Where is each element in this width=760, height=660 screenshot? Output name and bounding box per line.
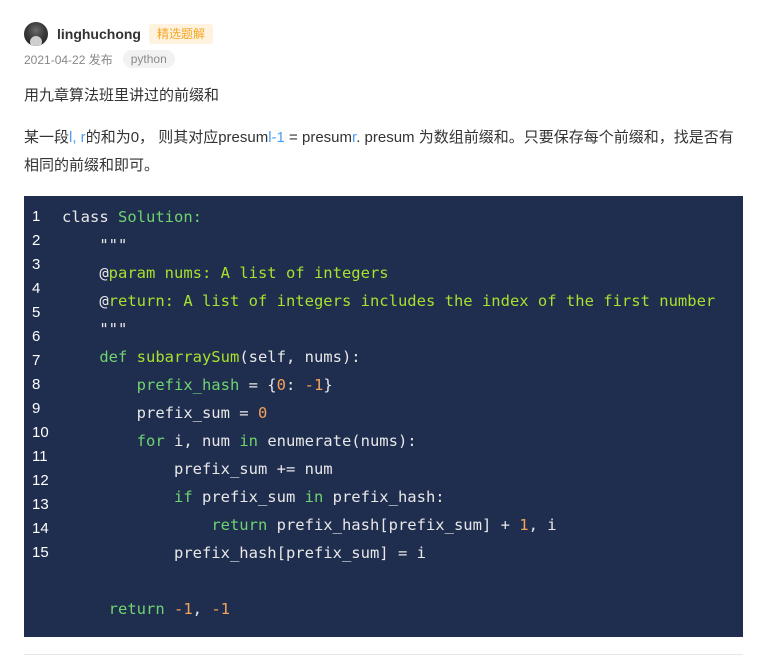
code-line: """	[62, 231, 715, 259]
code-line: class Solution:	[62, 203, 715, 231]
code-token: prefix_sum =	[136, 404, 258, 422]
code-token: , i	[528, 516, 557, 534]
code-token: = {	[239, 376, 277, 394]
code-token: @	[99, 292, 109, 310]
post-description: 某一段l, r的和为0， 则其对应presuml-1 = presumr. pr…	[24, 124, 740, 180]
code-token: if	[173, 488, 202, 506]
code-token: prefix_sum	[201, 488, 305, 506]
code-line: prefix_sum += num	[62, 455, 715, 483]
code-token: @	[99, 264, 109, 282]
line-number: 5	[32, 304, 41, 321]
code-line: """	[62, 315, 715, 343]
code-token: prefix_sum += num	[173, 460, 333, 478]
code-token: param nums: A list of integers	[108, 264, 389, 282]
code-token: }	[323, 376, 333, 394]
code-token: subarraySum	[136, 348, 240, 366]
line-number: 15	[32, 544, 49, 561]
code-token: prefix_hash[prefix_sum] = i	[173, 544, 426, 562]
line-number: 6	[32, 328, 41, 345]
code-token: -1	[304, 376, 324, 394]
line-number: 2	[32, 232, 41, 249]
line-numbers: 1 2 3 4 5 6 7 8 9 10 11 12 13 14 15	[32, 205, 49, 565]
line-number: 1	[32, 208, 41, 225]
line-number: 13	[32, 496, 49, 513]
line-number: 11	[32, 448, 48, 465]
line-number: 10	[32, 424, 49, 441]
post-title: 用九章算法班里讲过的前缀和	[24, 87, 220, 104]
code-token: Solution:	[118, 208, 202, 226]
language-tag[interactable]: python	[122, 50, 175, 68]
solution-post: linghuchong 精选题解 2021-04-22 发布 python 用九…	[0, 0, 760, 660]
code-token: """	[99, 320, 128, 338]
code-token: i, num	[173, 432, 240, 450]
line-number: 12	[32, 472, 49, 489]
author-name[interactable]: linghuchong	[57, 26, 141, 42]
code-block[interactable]: 1 2 3 4 5 6 7 8 9 10 11 12 13 14 15 class Solution: ""…	[24, 196, 743, 637]
code-line: for i, num in enumerate(nums):	[62, 427, 715, 455]
code-token: def	[99, 348, 137, 366]
code-line: @return: A list of integers includes the…	[62, 287, 715, 315]
code-content[interactable]: class Solution: """ @param nums: A list …	[62, 203, 715, 623]
code-token: for	[136, 432, 174, 450]
divider	[24, 654, 743, 655]
line-number: 4	[32, 280, 41, 297]
author-header: linghuchong 精选题解	[24, 20, 213, 48]
code-token: prefix_hash:	[332, 488, 445, 506]
line-number: 14	[32, 520, 49, 537]
code-token: return: A list of integers includes the …	[108, 292, 716, 310]
desc-text-3: = presum	[284, 129, 353, 146]
avatar[interactable]	[24, 22, 48, 46]
desc-text-2: 的和为0， 则其对应presum	[85, 129, 269, 146]
code-token: class	[62, 208, 118, 226]
desc-text-1: 某一段	[24, 129, 70, 146]
code-token: return	[108, 600, 174, 618]
code-token: prefix_hash	[136, 376, 240, 394]
code-token: -1	[174, 600, 193, 618]
code-token: ,	[192, 600, 212, 618]
code-line: def subarraySum(self, nums):	[62, 343, 715, 371]
publish-date: 2021-04-22 发布	[24, 52, 113, 67]
code-token: prefix_hash[prefix_sum] +	[276, 516, 520, 534]
code-token: 0	[257, 404, 268, 422]
code-token: in	[304, 488, 333, 506]
code-line: prefix_hash[prefix_sum] = i	[62, 539, 715, 567]
code-token: 0	[276, 376, 286, 394]
code-line: prefix_hash = {0: -1}	[62, 371, 715, 399]
desc-highlight-1: l, r	[69, 129, 86, 146]
post-meta: 2021-04-22 发布 python	[24, 50, 175, 68]
line-number: 8	[32, 376, 41, 393]
code-token: in	[239, 432, 268, 450]
line-number: 7	[32, 352, 41, 369]
featured-badge: 精选题解	[148, 24, 213, 44]
code-token: -1	[211, 600, 231, 618]
code-line: prefix_sum = 0	[62, 399, 715, 427]
code-token: return	[211, 516, 277, 534]
desc-highlight-2: l-1	[268, 129, 285, 146]
line-number: 9	[32, 400, 41, 417]
code-line: return prefix_hash[prefix_sum] + 1, i	[62, 511, 715, 539]
code-token: 1	[519, 516, 529, 534]
code-line: if prefix_sum in prefix_hash:	[62, 483, 715, 511]
code-token: (self, nums):	[239, 348, 361, 366]
code-token: :	[285, 376, 305, 394]
code-line: return -1, -1	[62, 595, 715, 623]
code-token: """	[99, 236, 128, 254]
line-number: 3	[32, 256, 41, 273]
code-line: @param nums: A list of integers	[62, 259, 715, 287]
code-token: enumerate(nums):	[267, 432, 417, 450]
